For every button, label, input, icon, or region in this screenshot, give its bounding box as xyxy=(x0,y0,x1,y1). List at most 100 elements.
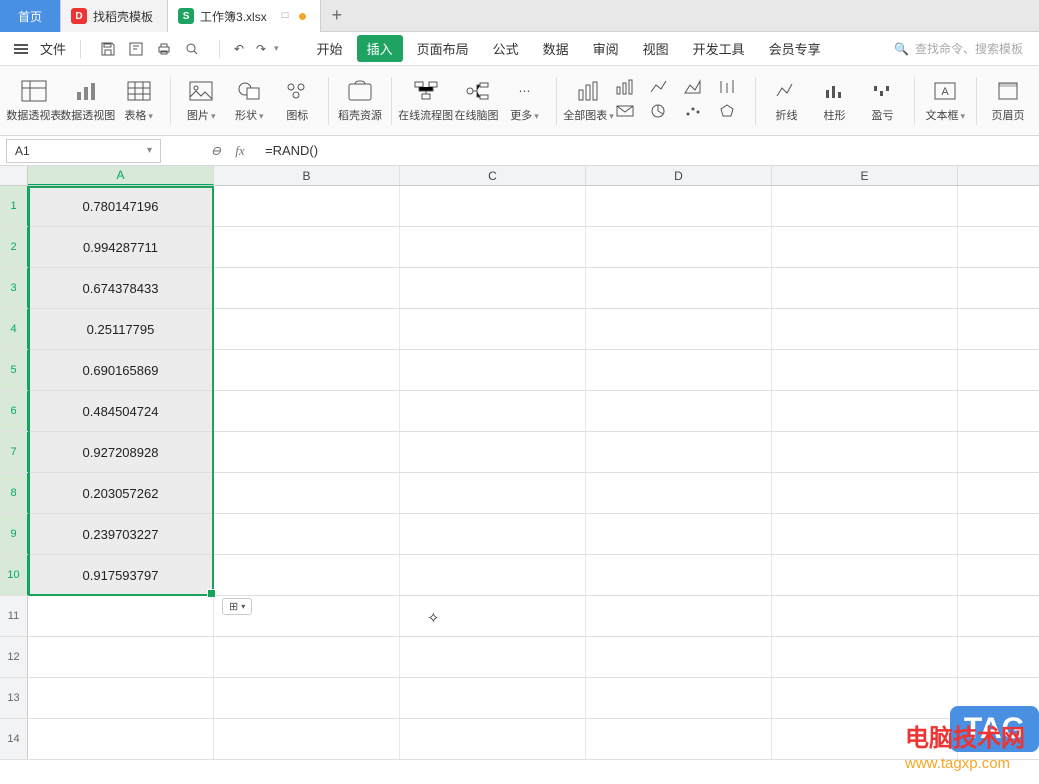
preview-icon[interactable] xyxy=(183,40,201,58)
cell[interactable] xyxy=(772,309,958,349)
row-header[interactable]: 12 xyxy=(0,637,28,677)
textbox-button[interactable]: A文本框 xyxy=(922,75,968,127)
cell[interactable] xyxy=(214,637,400,677)
cell[interactable] xyxy=(214,391,400,431)
document-tab[interactable]: S 工作簿3.xlsx xyxy=(168,0,321,32)
row-header[interactable]: 9 xyxy=(0,514,28,554)
icon-button[interactable]: 图标 xyxy=(274,75,320,127)
tab-member[interactable]: 会员专享 xyxy=(759,35,831,62)
cell[interactable] xyxy=(400,268,586,308)
cell[interactable] xyxy=(28,719,214,759)
resource-button[interactable]: 稻壳资源 xyxy=(337,75,383,127)
cell[interactable] xyxy=(214,719,400,759)
cell[interactable] xyxy=(772,678,958,718)
pie-chart-icon[interactable] xyxy=(649,103,679,122)
templates-tab[interactable]: D 找稻壳模板 xyxy=(61,0,168,32)
cell[interactable] xyxy=(400,555,586,595)
tab-developer[interactable]: 开发工具 xyxy=(683,35,755,62)
cell[interactable] xyxy=(214,514,400,554)
cell[interactable] xyxy=(400,186,586,226)
cancel-icon[interactable]: ⊖ xyxy=(207,142,225,160)
row-header[interactable]: 7 xyxy=(0,432,28,472)
cell[interactable] xyxy=(586,350,772,390)
tab-start[interactable]: 开始 xyxy=(307,35,353,62)
row-header[interactable]: 10 xyxy=(0,555,28,595)
row-header[interactable]: 4 xyxy=(0,309,28,349)
cell[interactable] xyxy=(772,596,958,636)
area-chart-icon[interactable] xyxy=(683,79,713,98)
cell[interactable] xyxy=(214,268,400,308)
row-header[interactable]: 5 xyxy=(0,350,28,390)
cell[interactable]: 0.927208928 xyxy=(28,432,214,472)
cell[interactable]: 0.25117795 xyxy=(28,309,214,349)
cell[interactable] xyxy=(772,391,958,431)
new-tab-button[interactable]: + xyxy=(321,0,353,31)
cell[interactable] xyxy=(586,555,772,595)
cell[interactable]: 0.239703227 xyxy=(28,514,214,554)
col-header-e[interactable]: E xyxy=(772,166,958,185)
undo-icon[interactable]: ↶ xyxy=(230,40,248,58)
cell[interactable]: 0.994287711 xyxy=(28,227,214,267)
cell[interactable] xyxy=(586,596,772,636)
cell[interactable] xyxy=(586,473,772,513)
pivot-chart-button[interactable]: 数据透视图 xyxy=(62,75,114,127)
tab-review[interactable]: 审阅 xyxy=(583,35,629,62)
tab-insert[interactable]: 插入 xyxy=(357,35,403,62)
cell[interactable] xyxy=(400,309,586,349)
sparkline-column-button[interactable]: 柱形 xyxy=(812,75,858,127)
cell[interactable] xyxy=(586,268,772,308)
shape-button[interactable]: 形状 xyxy=(226,75,272,127)
cell[interactable] xyxy=(772,350,958,390)
name-box[interactable]: A1 ▾ xyxy=(6,139,161,163)
sparkline-line-button[interactable]: 折线 xyxy=(764,75,810,127)
cell[interactable] xyxy=(586,637,772,677)
scatter-chart-icon[interactable] xyxy=(683,103,713,122)
cell[interactable] xyxy=(772,432,958,472)
tab-view[interactable]: 视图 xyxy=(633,35,679,62)
stock-chart-icon[interactable] xyxy=(717,79,747,98)
cell[interactable]: 0.484504724 xyxy=(28,391,214,431)
cell[interactable] xyxy=(214,432,400,472)
cell[interactable] xyxy=(400,432,586,472)
cell[interactable]: 0.690165869 xyxy=(28,350,214,390)
fx-icon[interactable]: fx xyxy=(231,142,249,160)
cell[interactable] xyxy=(214,186,400,226)
cell[interactable] xyxy=(400,227,586,267)
autofill-options-button[interactable]: ⊞▾ xyxy=(222,598,252,615)
row-header[interactable]: 8 xyxy=(0,473,28,513)
row-header[interactable]: 3 xyxy=(0,268,28,308)
cell[interactable] xyxy=(772,555,958,595)
cell[interactable] xyxy=(400,637,586,677)
save-icon[interactable] xyxy=(99,40,117,58)
table-button[interactable]: 表格 xyxy=(116,75,162,127)
line-chart-icon[interactable] xyxy=(649,79,679,98)
col-header-b[interactable]: B xyxy=(214,166,400,185)
cell[interactable] xyxy=(400,350,586,390)
cell[interactable] xyxy=(586,678,772,718)
cell[interactable] xyxy=(586,719,772,759)
home-tab[interactable]: 首页 xyxy=(0,0,61,32)
cell[interactable] xyxy=(400,473,586,513)
cell[interactable] xyxy=(586,514,772,554)
tab-data[interactable]: 数据 xyxy=(533,35,579,62)
cell[interactable] xyxy=(28,596,214,636)
flowchart-button[interactable]: 在线流程图 xyxy=(400,75,452,127)
pivot-table-button[interactable]: 数据透视表 xyxy=(8,75,60,127)
cell[interactable] xyxy=(586,432,772,472)
redo-dropdown-icon[interactable]: ▾ xyxy=(274,43,279,54)
picture-button[interactable]: 图片 xyxy=(178,75,224,127)
cell[interactable] xyxy=(586,309,772,349)
cell[interactable]: 0.780147196 xyxy=(28,186,214,226)
cell[interactable] xyxy=(400,514,586,554)
cell[interactable] xyxy=(214,350,400,390)
cell[interactable] xyxy=(214,309,400,349)
row-header[interactable]: 2 xyxy=(0,227,28,267)
cell[interactable] xyxy=(586,186,772,226)
save-as-icon[interactable] xyxy=(127,40,145,58)
all-charts-button[interactable]: 全部图表 xyxy=(564,75,613,127)
bar-chart-icon[interactable] xyxy=(615,79,645,98)
cell[interactable] xyxy=(400,719,586,759)
redo-icon[interactable]: ↷ xyxy=(252,40,270,58)
cell[interactable] xyxy=(400,678,586,718)
envelope-chart-icon[interactable] xyxy=(615,103,645,122)
